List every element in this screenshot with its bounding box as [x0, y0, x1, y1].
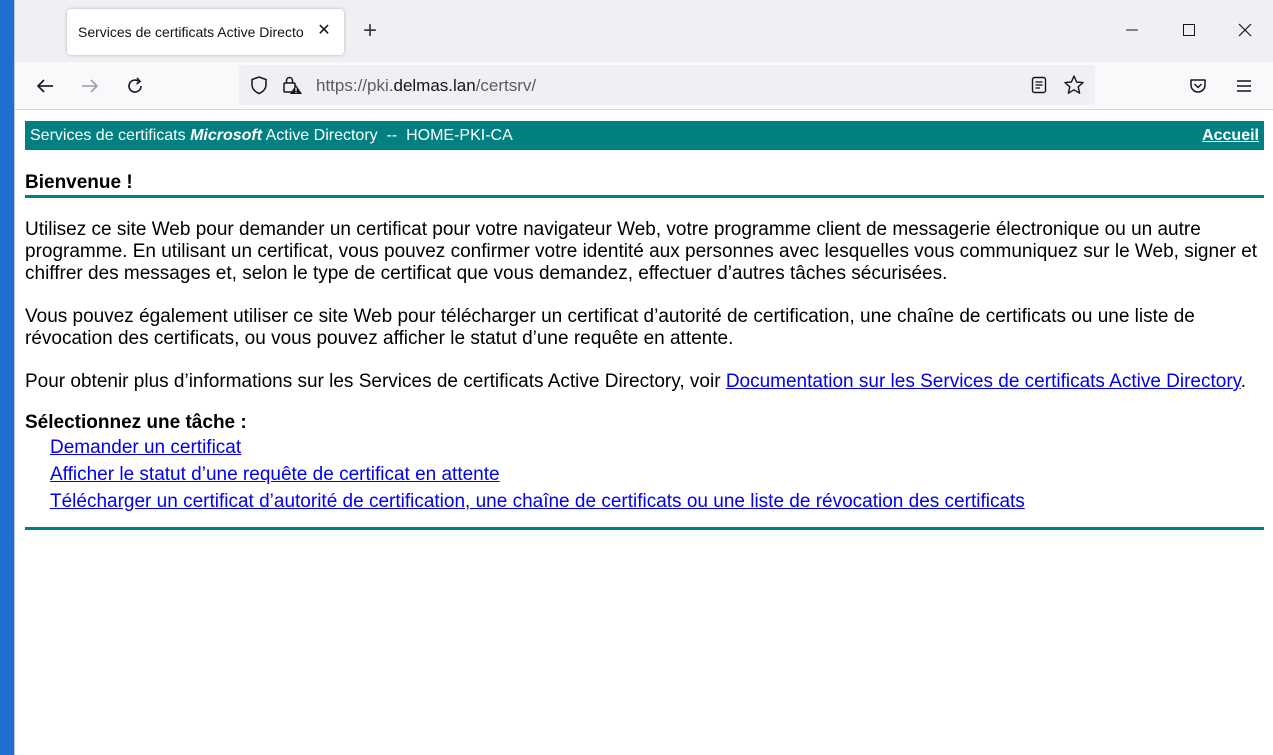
back-arrow-icon[interactable] — [32, 73, 58, 99]
tab-strip: Services de certificats Active Directo ✕… — [15, 0, 1273, 62]
address-bar[interactable]: https://pki.delmas.lan/certsrv/ — [239, 65, 1095, 105]
minimize-icon[interactable] — [1121, 18, 1143, 42]
maximize-icon[interactable] — [1178, 18, 1200, 42]
reader-view-icon[interactable] — [1029, 75, 1049, 95]
bookmark-star-icon[interactable] — [1063, 74, 1085, 96]
navigation-toolbar: https://pki.delmas.lan/certsrv/ — [15, 62, 1273, 110]
page-content: Services de certificats Microsoft Active… — [25, 121, 1264, 530]
task-list: Demander un certificat Afficher le statu… — [50, 434, 1264, 515]
intro-paragraph: Utilisez ce site Web pour demander un ce… — [25, 219, 1258, 284]
tab-close-icon[interactable]: ✕ — [316, 22, 332, 40]
forward-arrow-icon[interactable] — [77, 73, 103, 99]
welcome-heading: Bienvenue ! — [25, 172, 1264, 198]
info-paragraph: Pour obtenir plus d’informations sur les… — [25, 371, 1264, 393]
home-link[interactable]: Accueil — [1202, 127, 1259, 145]
tab-active[interactable]: Services de certificats Active Directo ✕ — [67, 9, 344, 55]
close-window-icon[interactable] — [1234, 18, 1256, 42]
download-ca-certificate-link[interactable]: Télécharger un certificat d’autorité de … — [50, 491, 1025, 512]
request-certificate-link[interactable]: Demander un certificat — [50, 437, 241, 458]
url-text[interactable]: https://pki.delmas.lan/certsrv/ — [316, 76, 536, 96]
site-title-brand: Microsoft — [190, 126, 263, 144]
site-title-prefix: Services de certificats — [30, 126, 191, 144]
site-title: Services de certificats Microsoft Active… — [30, 127, 513, 145]
task-heading: Sélectionnez une tâche : — [25, 412, 247, 433]
new-tab-plus-icon[interactable]: + — [357, 18, 383, 44]
tracking-shield-icon[interactable] — [249, 75, 269, 95]
site-title-suffix: Active Directory -- HOME-PKI-CA — [262, 126, 513, 144]
documentation-link[interactable]: Documentation sur les Services de certif… — [726, 371, 1241, 392]
download-paragraph: Vous pouvez également utiliser ce site W… — [25, 306, 1195, 349]
browser-window: Services de certificats Active Directo ✕… — [14, 0, 1273, 755]
pending-request-status-link[interactable]: Afficher le statut d’une requête de cert… — [50, 464, 500, 485]
lock-warning-icon[interactable] — [281, 75, 303, 95]
info-period: . — [1240, 371, 1247, 392]
site-header-bar: Services de certificats Microsoft Active… — [25, 121, 1264, 150]
footer-divider — [25, 527, 1264, 530]
menu-hamburger-icon[interactable] — [1231, 73, 1257, 99]
info-text: Pour obtenir plus d’informations sur les… — [25, 371, 726, 392]
tab-title: Services de certificats Active Directo — [78, 24, 304, 40]
reload-icon[interactable] — [122, 73, 148, 99]
pocket-icon[interactable] — [1185, 73, 1211, 99]
